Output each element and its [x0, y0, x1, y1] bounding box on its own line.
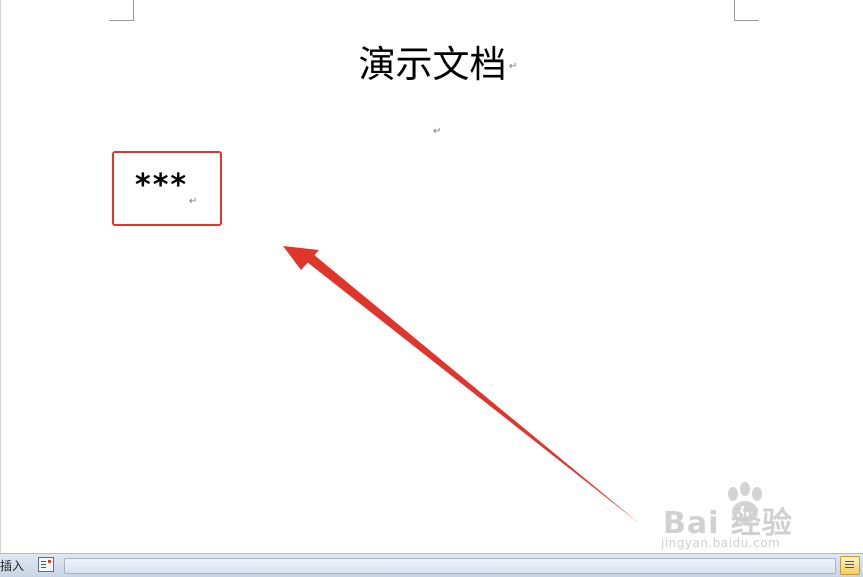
annotation-arrow — [283, 246, 640, 524]
horizontal-scrollbar[interactable] — [64, 558, 836, 574]
document-page[interactable]: 演示文档 ↵ ↵ *** ↵ du Bai 经验 jingyan.baidu.c… — [0, 0, 863, 553]
insert-mode-label[interactable]: 插入 — [0, 557, 24, 574]
statusbar: 插入 — [0, 553, 863, 577]
document-view-icon[interactable] — [38, 557, 54, 572]
print-layout-view-button[interactable] — [840, 556, 860, 575]
arrow-shaft — [307, 254, 640, 524]
